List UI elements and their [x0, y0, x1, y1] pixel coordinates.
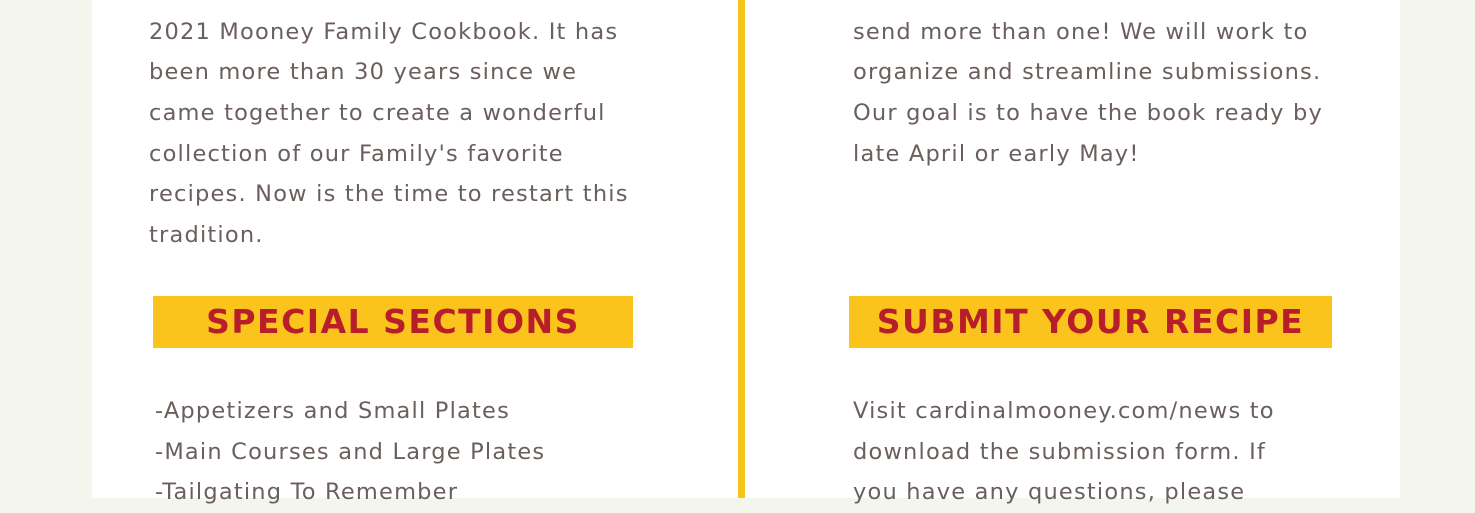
special-sections-heading: SPECIAL SECTIONS — [153, 296, 633, 348]
submit-line: Visit cardinalmooney.com/news to — [853, 398, 1275, 424]
intro-line: 2021 Mooney Family Cookbook. It has — [149, 18, 619, 45]
intro-line: collection of our Family's favorite — [149, 140, 564, 167]
intro-paragraph: Mooney is excited to announce the 2021 M… — [149, 0, 629, 256]
list-item: -Main Courses and Large Plates — [155, 438, 546, 465]
submit-recipe-heading: SUBMIT YOUR RECIPE — [849, 296, 1332, 348]
timeline-line-clipped: collect your recipe submissions, so — [853, 0, 1323, 12]
intro-line: tradition. — [149, 222, 264, 249]
timeline-line: Our goal is to have the book ready by — [853, 100, 1324, 127]
column-divider — [738, 0, 745, 498]
intro-line-clipped: Mooney is excited to announce the — [149, 0, 629, 12]
intro-line: came together to create a wonderful — [149, 100, 606, 127]
timeline-paragraph: collect your recipe submissions, so send… — [853, 0, 1323, 174]
submit-line: you have any questions, please — [853, 479, 1246, 506]
list-item: -Appetizers and Small Plates — [155, 398, 510, 424]
submit-line: download the submission form. If — [853, 438, 1267, 465]
list-item: -Tailgating To Remember — [155, 479, 459, 506]
timeline-line: late April or early May! — [853, 140, 1140, 167]
timeline-line: send more than one! We will work to — [853, 18, 1309, 45]
intro-line: been more than 30 years since we — [149, 59, 578, 86]
special-sections-list: -Appetizers and Small Plates -Main Cours… — [155, 391, 545, 513]
submit-instructions: Visit cardinalmooney.com/news to downloa… — [853, 391, 1275, 513]
timeline-line: organize and streamline submissions. — [853, 59, 1322, 86]
intro-line: recipes. Now is the time to restart this — [149, 181, 629, 208]
